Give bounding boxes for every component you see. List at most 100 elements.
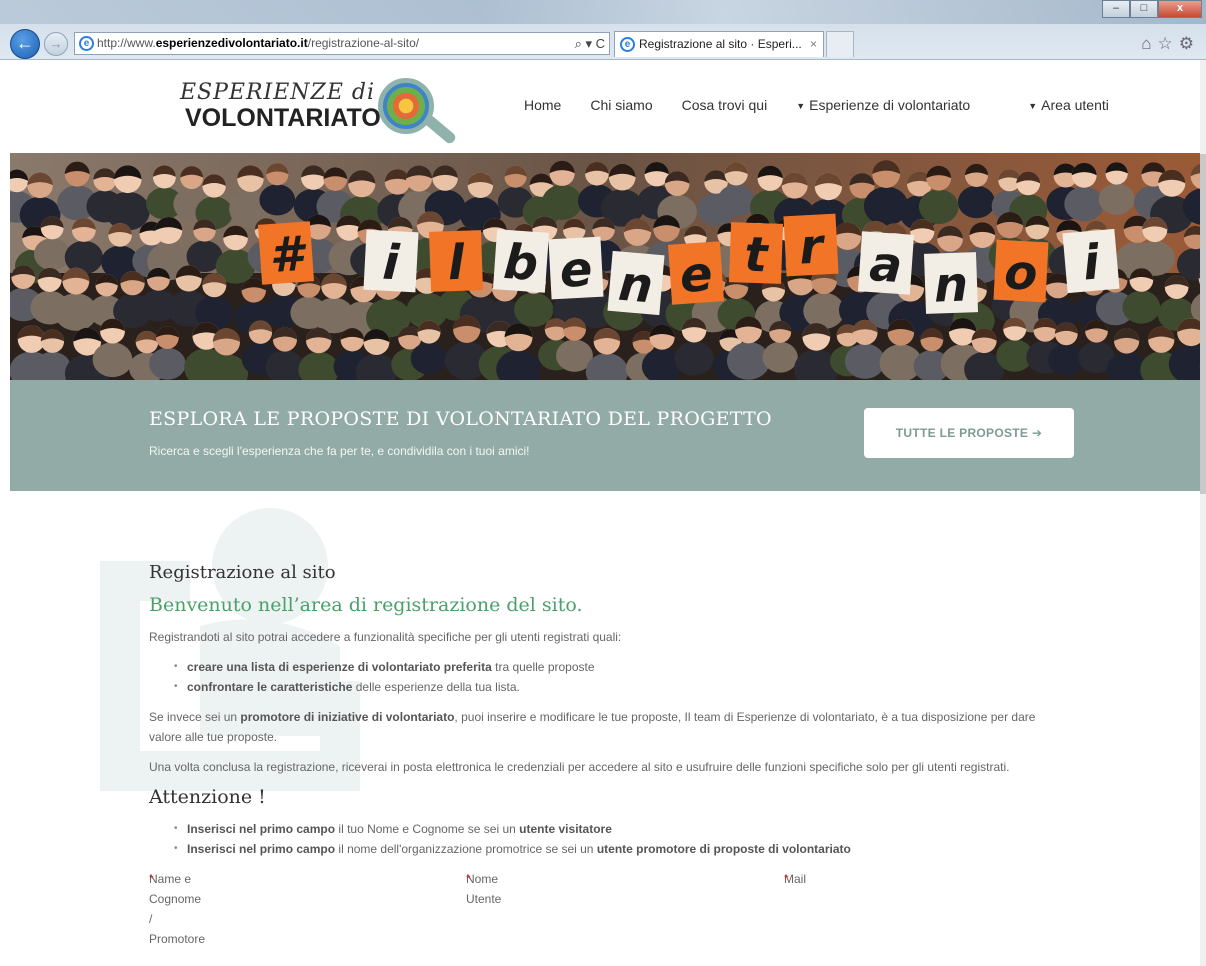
site-header: ESPERIENZE di VOLONTARIATO Home Chi siam… [10,60,1200,153]
nav-chi-siamo[interactable]: Chi siamo [590,97,652,113]
sign-8: r [783,213,839,277]
svg-text:e: e [678,246,714,304]
sign-3: b [492,229,550,293]
window-controls: – □ x [1102,0,1202,18]
features-list: creare una lista di esperienze di volont… [174,657,1049,697]
page-scrollbar[interactable] [1200,60,1206,966]
close-window-button[interactable]: x [1158,0,1202,18]
instructions-list: Inserisci nel primo campo il tuo Nome e … [174,819,1049,859]
promoter-pre: Se invece sei un [149,710,241,724]
ie-icon: e [79,36,94,51]
site-logo[interactable]: ESPERIENZE di VOLONTARIATO [170,76,470,146]
home-icon[interactable]: ⌂ [1141,34,1157,53]
logo-text-volontariato: VOLONTARIATO [185,104,381,132]
nav-home[interactable]: Home [524,97,561,113]
attention-heading: Attenzione ! [149,786,266,808]
list-item-text: il tuo Nome e Cognome se sei un [335,822,520,836]
nav-area-utenti-dropdown[interactable]: ▼ Area utenti [1028,97,1138,113]
address-bar[interactable]: e http://www.esperienzedivolontariato.it… [74,32,610,55]
list-item-bold: creare una lista di esperienze di volont… [187,660,492,674]
cta-title: ESPLORA LE PROPOSTE DI VOLONTARIATO DEL … [149,408,772,430]
list-item: Inserisci nel primo campo il tuo Nome e … [174,819,1049,839]
list-item: confrontare le caratteristiche delle esp… [174,677,1049,697]
title-bar [0,0,1206,24]
registration-content: Registrazione al sito Benvenuto nell’are… [10,491,1200,966]
nav-cosa-trovi-qui[interactable]: Cosa trovi qui [682,97,768,113]
required-mark: * [466,872,471,886]
tab-title: Registrazione al sito · Esperi... [639,37,802,51]
url-prefix: http://www. [97,36,156,50]
url-domain: esperienzedivolontariato.it [155,36,308,50]
list-item-bold: Inserisci nel primo campo [187,842,336,856]
sign-6: e [667,241,725,305]
svg-text:a: a [868,236,904,294]
sign-2: l [428,230,484,292]
caret-down-icon: ▼ [796,101,806,111]
maximize-button[interactable]: □ [1130,0,1158,18]
toolbar-icons[interactable]: ⌂☆⚙ [1141,34,1200,54]
nav-esperienze-label: Esperienze di volontariato [809,97,971,113]
page-title: Registrazione al sito [149,562,336,583]
username-label-text: Nome Utente [466,872,502,906]
promoter-text: Se invece sei un promotore di iniziative… [149,707,1049,747]
browser-tab[interactable]: e Registrazione al sito · Esperi... × [614,31,824,57]
hero-photo: # i l b e n e t r a n o i [10,153,1200,380]
caret-down-icon: ▼ [1028,101,1038,111]
magnifier-handle [422,113,458,146]
sign-9: a [857,231,915,295]
url-path: /registrazione-al-sito/ [307,36,420,50]
svg-text:t: t [743,227,770,284]
new-tab-button[interactable] [826,31,854,57]
sign-7: t [728,222,784,284]
nav-area-utenti-label: Area utenti [1041,97,1109,113]
svg-text:e: e [558,241,593,299]
logo-text-esperienze: ESPERIENZE di [180,80,376,105]
list-item-bold: utente promotore di proposte di volontar… [596,842,851,856]
sign-letters: # i l b e n e t r a n o i [257,213,1120,316]
required-mark: * [149,872,154,886]
minimize-button[interactable]: – [1102,0,1130,18]
svg-text:l: l [447,235,466,292]
name-label-text: Name e Cognome / Promotore [149,872,206,946]
sign-12: i [1062,228,1120,294]
sign-11: o [993,239,1049,303]
tab-close-icon[interactable]: × [810,32,817,56]
forward-button[interactable]: → [44,32,68,56]
svg-text:b: b [502,234,540,292]
list-item-text: il nome dell'organizzazione promotrice s… [335,842,597,856]
list-item-bold: utente visitatore [519,822,612,836]
promoter-bold: promotore di iniziative di volontariato [240,710,455,724]
svg-text:n: n [616,256,655,315]
all-proposals-button[interactable]: TUTTE LE PROPOSTE ➔ [864,408,1074,458]
gear-icon[interactable]: ⚙ [1179,34,1200,53]
browser-chrome: – □ x ← → e http://www.esperienzedivolon… [0,0,1206,60]
welcome-heading: Benvenuto nell’area di registrazione del… [149,594,583,616]
search-refresh-icons[interactable]: ⌕ ▾ C [575,33,605,54]
sign-10: n [923,252,979,314]
form-labels-row: Name e Cognome / Promotore * Nome Utente … [149,869,1049,946]
ie-icon: e [620,37,635,52]
sign-5: n [607,250,665,316]
sign-1: i [363,229,419,293]
nav-esperienze-dropdown[interactable]: ▼ Esperienze di volontariato [796,97,999,113]
list-item-bold: Inserisci nel primo campo [187,822,336,836]
back-button[interactable]: ← [10,29,40,59]
main-nav: Home Chi siamo Cosa trovi qui ▼ Esperienz… [524,97,1167,113]
list-item-text: tra quelle proposte [491,660,595,674]
list-item-text: delle esperienze della tua lista. [352,680,520,694]
cta-subtitle: Ricerca e scegli l'esperienza che fa per… [149,444,530,458]
svg-text:n: n [933,256,969,313]
completion-text: Una volta conclusa la registrazione, ric… [149,760,1010,774]
list-item: Inserisci nel primo campo il nome dell'o… [174,839,1049,859]
content-body: Registrazione al sito Benvenuto nell’are… [149,562,1049,947]
sign-4: e [548,236,604,300]
favorites-icon[interactable]: ☆ [1158,34,1179,53]
required-mark: * [784,872,789,886]
cta-band: ESPLORA LE PROPOSTE DI VOLONTARIATO DEL … [10,380,1200,491]
list-item-bold: confrontare le caratteristiche [187,680,353,694]
sign-0: # [257,221,315,285]
list-item: creare una lista di esperienze di volont… [174,657,1049,677]
magnifier-hands-icon [378,78,434,134]
intro-text: Registrandoti al sito potrai accedere a … [149,630,622,644]
scroll-thumb[interactable] [1200,154,1206,494]
